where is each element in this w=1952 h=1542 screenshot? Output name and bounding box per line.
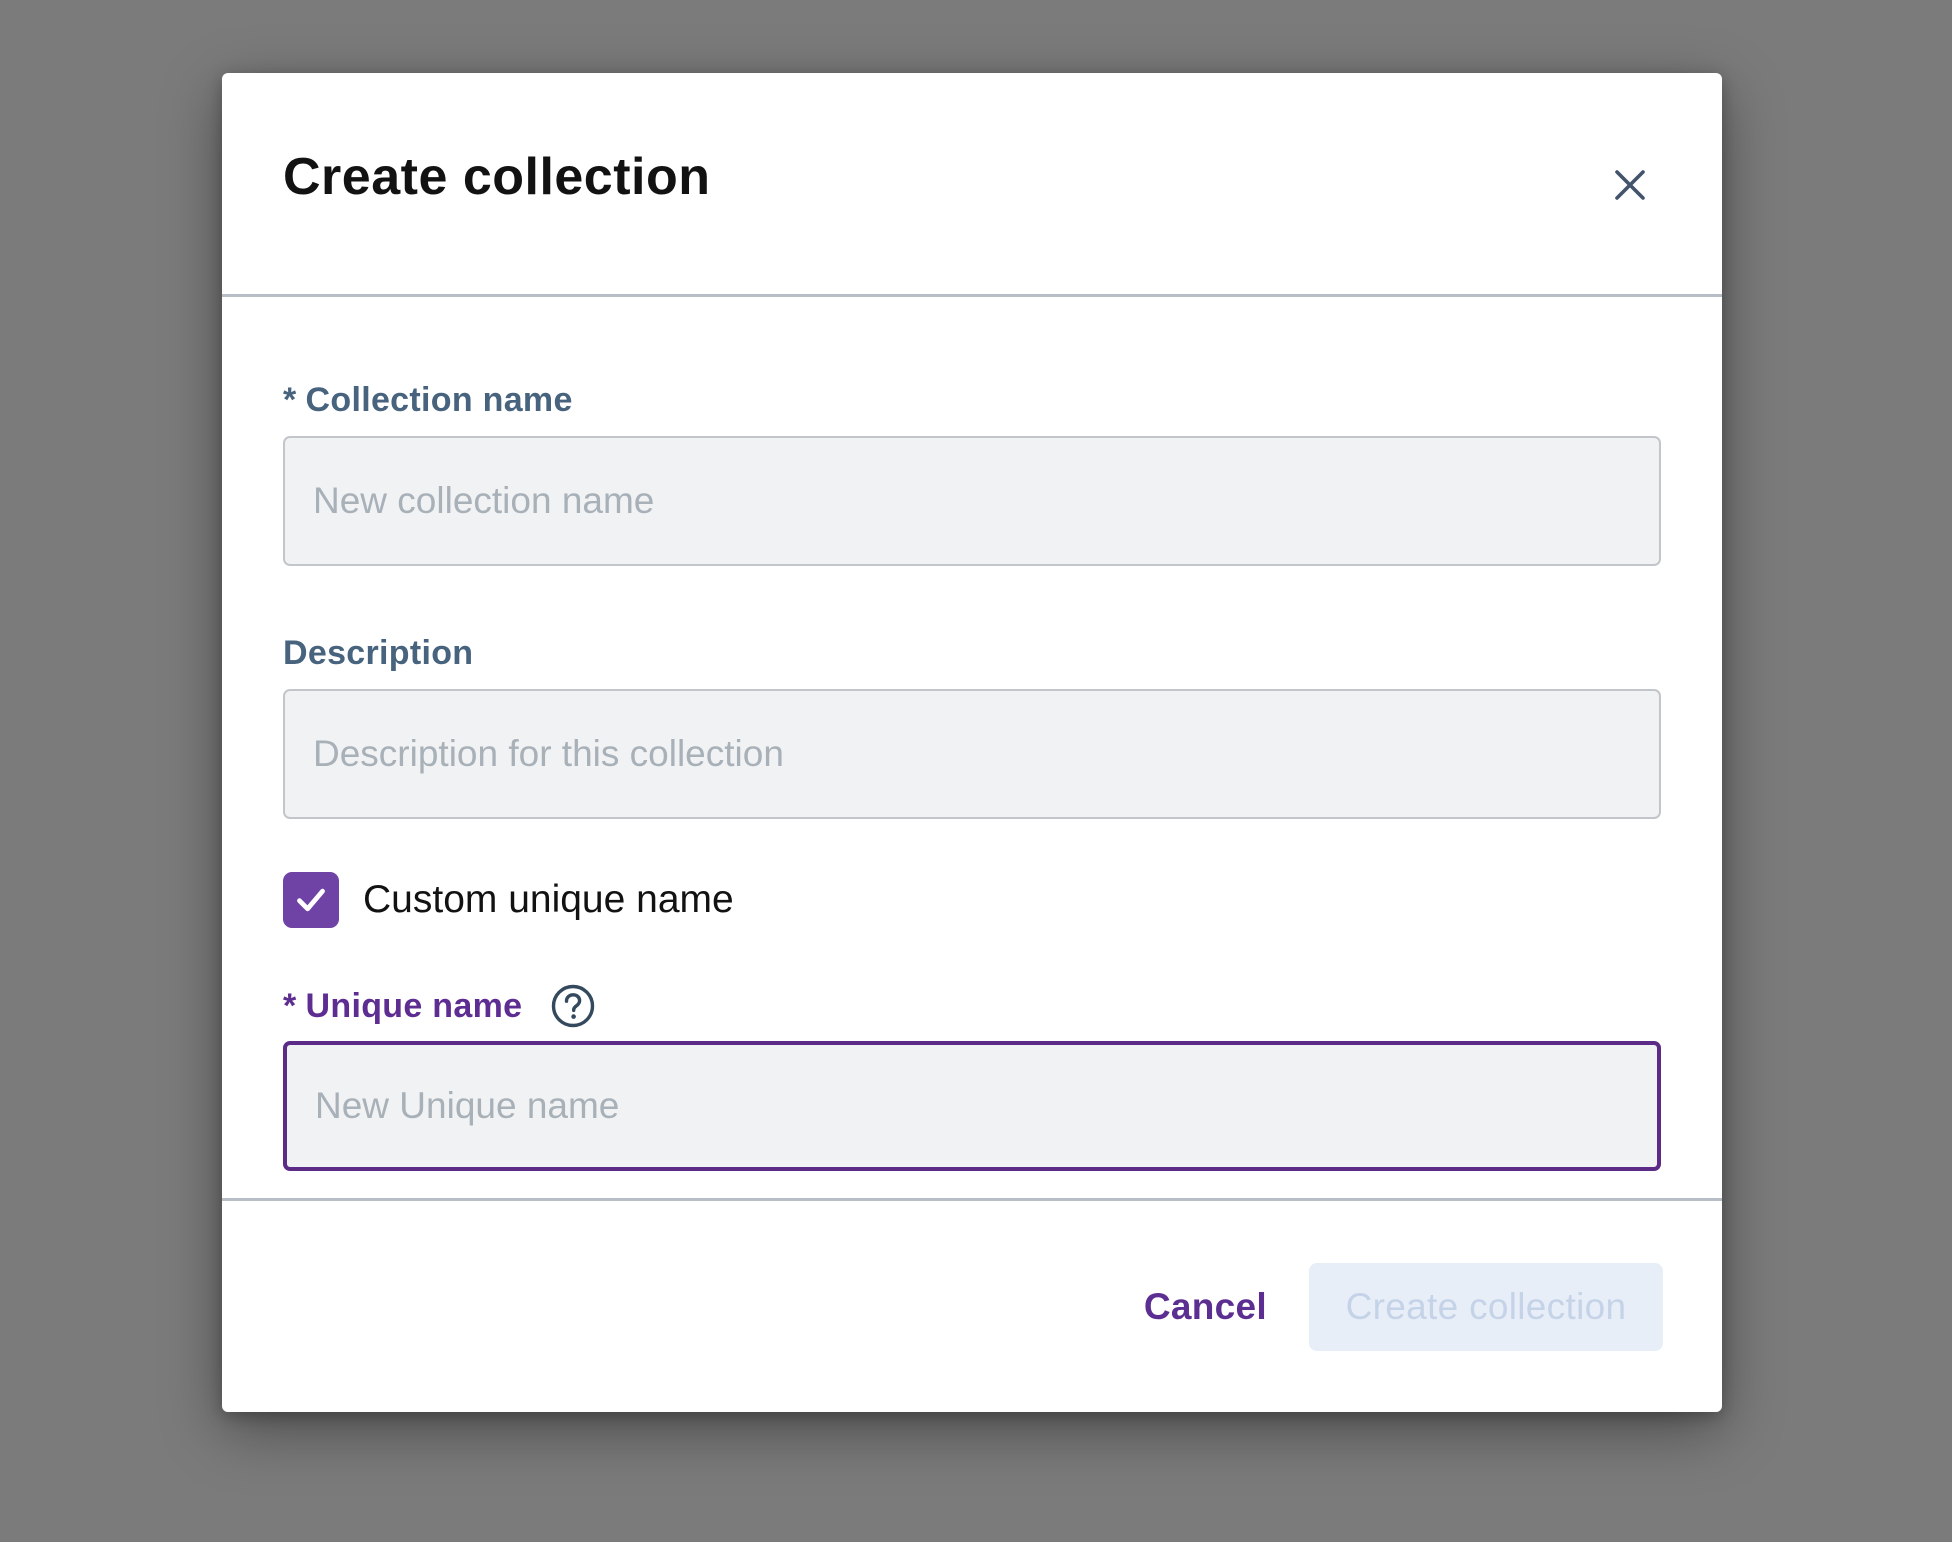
collection-name-input[interactable] <box>283 436 1661 566</box>
help-circle-icon <box>550 983 596 1029</box>
dialog-title: Create collection <box>283 147 1661 207</box>
custom-unique-name-label: Custom unique name <box>363 878 734 922</box>
custom-unique-name-row: Custom unique name <box>283 872 1661 928</box>
collection-name-label: *Collection name <box>283 381 1661 420</box>
create-collection-button[interactable]: Create collection <box>1309 1263 1663 1351</box>
description-label-text: Description <box>283 634 473 672</box>
unique-name-label-row: *Unique name <box>283 983 1661 1029</box>
checkmark-icon <box>292 881 330 919</box>
dialog-body: *Collection name Description Custom uniq… <box>222 297 1722 1198</box>
unique-name-label: *Unique name <box>283 987 522 1026</box>
create-collection-dialog: Create collection *Collection name Descr… <box>222 73 1722 1412</box>
help-button[interactable] <box>550 983 596 1029</box>
unique-name-input[interactable] <box>283 1041 1661 1171</box>
unique-name-label-text: Unique name <box>306 987 523 1025</box>
required-marker: * <box>283 987 297 1025</box>
close-button[interactable] <box>1606 161 1654 209</box>
dialog-footer: Cancel Create collection <box>222 1201 1722 1412</box>
field-description: Description <box>283 634 1661 819</box>
custom-unique-name-checkbox[interactable] <box>283 872 339 928</box>
description-label: Description <box>283 634 1661 673</box>
close-icon <box>1613 168 1647 202</box>
field-unique-name: *Unique name <box>283 983 1661 1171</box>
required-marker: * <box>283 381 297 419</box>
description-input[interactable] <box>283 689 1661 819</box>
field-collection-name: *Collection name <box>283 381 1661 566</box>
dimmed-overlay: { "dialog": { "title": "Create collectio… <box>0 0 1952 1542</box>
cancel-button[interactable]: Cancel <box>1130 1276 1281 1338</box>
collection-name-label-text: Collection name <box>306 381 573 419</box>
dialog-header: Create collection <box>222 73 1722 294</box>
